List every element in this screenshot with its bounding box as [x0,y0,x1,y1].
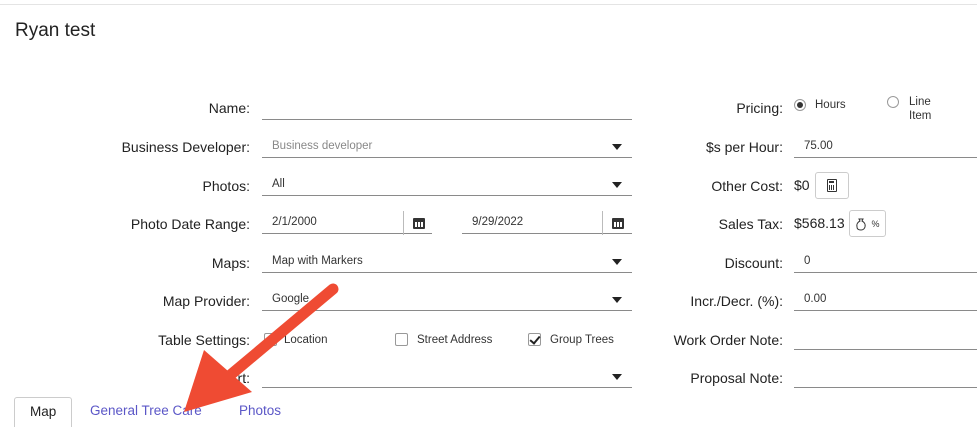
photos-label: Photos: [202,178,250,194]
chevron-down-icon[interactable] [612,182,622,188]
maps-select[interactable]: Map with Markers [262,251,632,273]
other-cost-label: Other Cost: [711,178,783,194]
chevron-down-icon[interactable] [612,297,622,303]
group-trees-label: Group Trees [550,334,614,346]
maps-label: Maps: [211,255,250,271]
pricing-hours-radio[interactable] [794,99,806,111]
money-bag-percent-icon [856,218,867,231]
incr-decr-label: Incr./Decr. (%): [690,293,783,309]
incr-decr-input[interactable]: 0.00 [794,289,977,311]
sort-select[interactable] [262,366,632,388]
photo-date-range-label: Photo Date Range: [130,216,250,232]
business-developer-label: Business Developer: [121,139,250,155]
map-provider-label: Map Provider: [162,293,250,309]
tab-map[interactable]: Map [14,397,73,427]
calendar-icon [412,217,425,229]
discount-input[interactable]: 0 [794,251,977,273]
name-input[interactable] [262,98,632,120]
pricing-line-item-label-2: Item [909,110,932,122]
page-title: Ryan test [15,20,96,41]
group-trees-checkbox[interactable] [528,333,541,346]
top-divider [0,4,977,5]
street-address-label: Street Address [417,334,493,346]
proposal-note-label: Proposal Note: [690,370,783,386]
pricing-line-item-label-1: Line [909,96,931,108]
chevron-down-icon[interactable] [612,374,622,380]
name-label: Name: [208,100,250,116]
work-order-note-input[interactable] [794,328,977,350]
chevron-down-icon[interactable] [612,144,622,150]
sales-tax-label: Sales Tax: [718,216,783,232]
sales-tax-button[interactable]: % [849,210,886,237]
sales-tax-percent-glyph: % [871,218,880,229]
calculator-icon [827,179,837,192]
sales-tax-value: $568.13 [794,215,845,231]
other-cost-value: $0 [794,177,810,193]
photos-select[interactable]: All [262,174,632,196]
dollars-per-hour-input[interactable]: 75.00 [794,136,977,158]
calendar-icon [611,217,624,229]
discount-label: Discount: [724,255,783,271]
tab-general-tree-care[interactable]: General Tree Care [75,397,217,427]
dollars-per-hour-label: $s per Hour: [705,139,783,155]
pricing-hours-label: Hours [815,99,846,111]
proposal-note-input[interactable] [794,366,977,388]
map-provider-select[interactable]: Google [262,289,632,311]
business-developer-select[interactable]: Business developer [262,136,632,158]
location-checkbox[interactable] [264,333,277,346]
pricing-label: Pricing: [736,100,783,116]
sort-label: rt: [237,370,250,386]
pricing-line-item-radio[interactable] [887,96,899,108]
street-address-checkbox[interactable] [395,333,408,346]
other-cost-calculator-button[interactable] [815,172,849,199]
start-date-picker-button[interactable] [403,211,433,235]
work-order-note-label: Work Order Note: [673,332,783,348]
end-date-picker-button[interactable] [602,211,632,235]
chevron-down-icon[interactable] [612,259,622,265]
table-settings-label: Table Settings: [158,332,250,348]
location-label: Location [284,334,328,346]
tab-photos[interactable]: Photos [224,397,296,427]
